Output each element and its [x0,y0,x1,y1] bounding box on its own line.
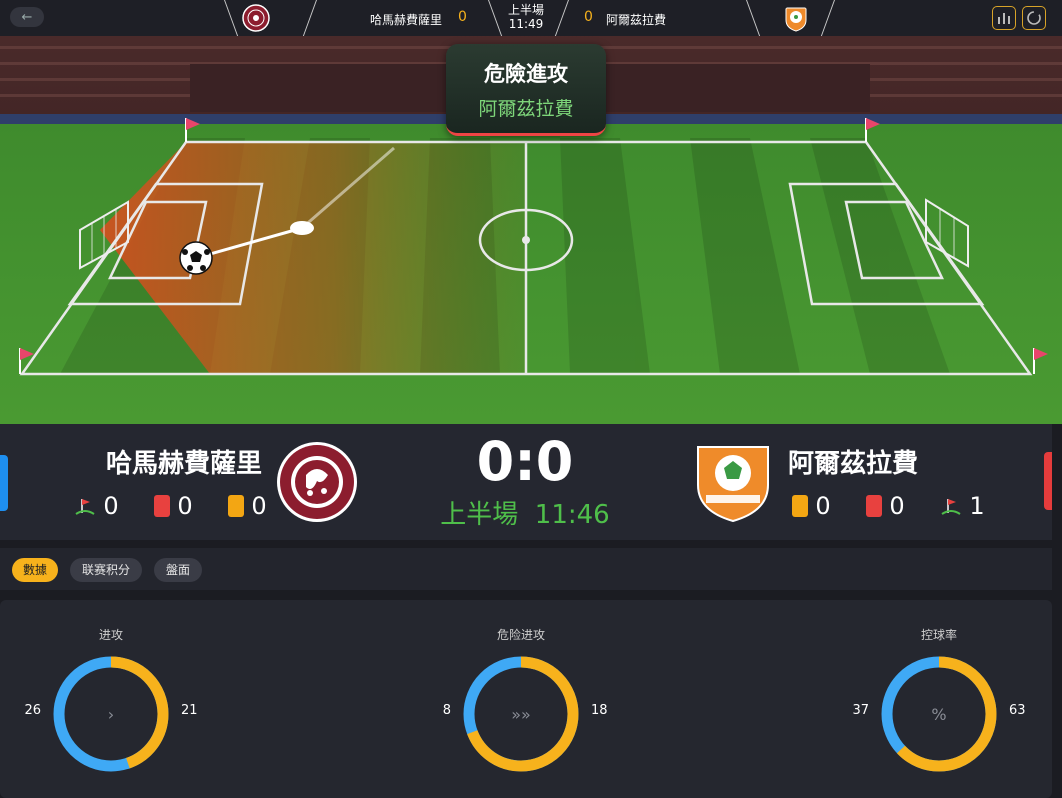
event-title: 危險進攻 [484,62,568,86]
stat-away-value: 63 [1009,703,1026,718]
home-match-stats: 0 0 0 [74,492,274,520]
away-team-name-large: 阿爾茲拉費 [788,449,919,479]
stat-home-value: 37 [852,703,869,718]
back-button[interactable]: ← [10,7,44,27]
home-red-cards: 0 [177,492,193,520]
stat-title-dangerous-attacks: 危险进攻 [496,628,545,642]
away-red-cards: 0 [889,492,905,520]
away-color-indicator [1044,452,1052,510]
chevron-right-icon: › [108,705,114,724]
donut-attacks: › [53,656,169,772]
divider [746,0,761,36]
donut-dangerous-attacks: »» [463,656,579,772]
yellow-card-icon [228,495,244,517]
clock-time: 11:49 [508,17,544,31]
away-team-crest [697,446,769,523]
home-team-name: 哈馬赫費薩里 [370,13,443,27]
match-score: 0:0 [476,430,574,493]
match-live-page: ← 哈馬赫費薩里 0 上半場 11:49 0 阿爾茲拉費 危險進攻 阿爾茲拉費 … [0,0,1062,798]
arrow-left-icon: ← [21,9,33,25]
home-team-logo [242,4,270,32]
tab-odds[interactable]: 盤面 [154,558,202,582]
yellow-card-icon [792,495,808,517]
red-card-icon [866,495,882,517]
period-label: 上半場 [507,3,544,17]
divider [302,0,317,36]
red-card-icon [154,495,170,517]
event-team: 阿爾茲拉費 [478,98,574,120]
stat-home-value: 26 [24,703,41,718]
ball-icon [179,241,213,275]
home-corners: 0 [103,492,119,520]
home-color-indicator [0,455,8,511]
divider [224,0,239,36]
away-score: 0 [584,9,593,25]
tab-stats[interactable]: 數據 [12,558,58,582]
stats-button[interactable] [992,6,1016,30]
away-yellow-cards: 0 [815,492,831,520]
match-period: 上半場 11:46 [420,494,630,531]
refresh-icon [1027,11,1041,25]
away-team-name: 阿爾茲拉費 [606,13,667,27]
period-label: 上半場 [440,500,519,530]
home-score: 0 [458,9,467,25]
away-match-stats: 0 0 1 [792,492,992,520]
home-yellow-cards: 0 [251,492,267,520]
corner-flag-icon [75,499,95,515]
bar-chart-icon [998,13,1010,24]
stat-title-attacks: 进攻 [98,628,123,642]
match-clock-large: 11:46 [534,500,610,530]
away-team-logo [785,7,807,32]
home-team-name-large: 哈馬赫費薩里 [105,449,262,479]
tab-league-table[interactable]: 联赛积分 [70,558,142,582]
refresh-button[interactable] [1022,6,1046,30]
stat-away-value: 18 [591,703,608,718]
stat-title-possession: 控球率 [920,628,957,642]
match-clock: 上半場 11:49 [500,3,552,31]
donut-possession: % [881,656,997,772]
top-bar: ← 哈馬赫費薩里 0 上半場 11:49 0 阿爾茲拉費 [0,0,1062,36]
ball-position-marker [290,221,314,235]
event-banner: 危險進攻 阿爾茲拉費 [446,44,606,136]
divider [554,0,569,36]
stat-away-value: 21 [181,703,198,718]
divider [820,0,835,36]
away-corners: 1 [969,492,985,520]
stat-home-value: 8 [442,703,451,718]
corner-flag-icon [941,499,961,515]
triple-chevron-icon: »» [511,705,531,724]
percent-icon: % [931,705,946,724]
home-team-crest [277,442,357,522]
